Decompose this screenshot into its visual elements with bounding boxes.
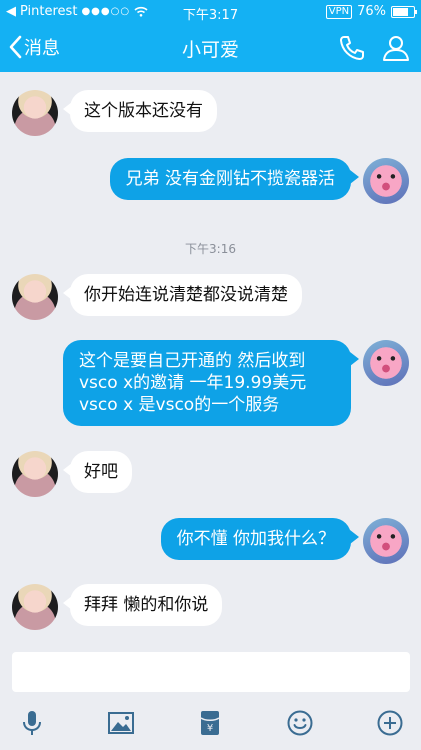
battery-fill	[393, 7, 409, 16]
message-bubble-outgoing[interactable]: 你不懂 你加我什么？	[160, 518, 360, 560]
emoji-button[interactable]	[285, 708, 315, 738]
phone-icon	[340, 36, 364, 60]
battery-percent: 76%	[357, 4, 386, 19]
emoji-icon	[287, 710, 313, 736]
message-bubble-incoming[interactable]: 这个版本还没有	[63, 90, 217, 132]
microphone-icon	[23, 711, 41, 735]
nav-bar: 消息 小可爱	[0, 24, 421, 72]
chat-thread[interactable]: 这个版本还没有 兄弟 没有金刚钻不揽瓷器活 下午3:16 你开始连说清楚都没说清…	[0, 72, 421, 644]
message-bubble-outgoing[interactable]: 这个是要自己开通的 然后收到vsco x的邀请 一年19.99美元 vsco x…	[63, 340, 359, 426]
status-right: VPN 76%	[325, 4, 417, 19]
message-bubble-outgoing[interactable]: 兄弟 没有金刚钻不揽瓷器活	[109, 158, 360, 200]
contact-avatar[interactable]	[12, 274, 58, 320]
battery-icon	[391, 5, 417, 18]
red-packet-button[interactable]: ¥	[195, 708, 225, 738]
message-bubble-incoming[interactable]: 好吧	[63, 451, 132, 493]
chevron-left-icon	[9, 35, 22, 59]
my-avatar[interactable]	[363, 340, 409, 386]
message-bubble-incoming[interactable]: 你开始连说清楚都没说清楚	[63, 274, 302, 316]
status-bar: ◀ Pinterest ●●●○○ 下午3:17 VPN 76%	[0, 0, 421, 24]
phone-call-button[interactable]	[337, 33, 367, 67]
back-button[interactable]: 消息	[8, 34, 60, 60]
voice-button[interactable]	[17, 708, 47, 738]
my-avatar[interactable]	[363, 518, 409, 564]
message-timestamp: 下午3:16	[185, 242, 236, 256]
more-button[interactable]	[375, 708, 405, 738]
plus-icon	[377, 710, 403, 736]
red-packet-icon: ¥	[200, 711, 220, 735]
profile-button[interactable]	[381, 33, 411, 67]
contact-avatar[interactable]	[12, 90, 58, 136]
person-icon	[383, 36, 409, 61]
my-avatar[interactable]	[363, 158, 409, 204]
message-bubble-incoming[interactable]: 拜拜 懒的和你说	[62, 584, 223, 626]
contact-avatar[interactable]	[12, 451, 58, 497]
message-input[interactable]	[12, 652, 410, 692]
input-bar	[0, 644, 421, 700]
back-label: 消息	[24, 38, 60, 59]
contact-avatar[interactable]	[12, 584, 58, 630]
bottom-toolbar: ¥	[0, 700, 421, 750]
photo-button[interactable]	[106, 708, 136, 738]
image-icon	[108, 712, 134, 734]
vpn-badge: VPN	[325, 4, 353, 19]
svg-text:¥: ¥	[207, 723, 213, 734]
